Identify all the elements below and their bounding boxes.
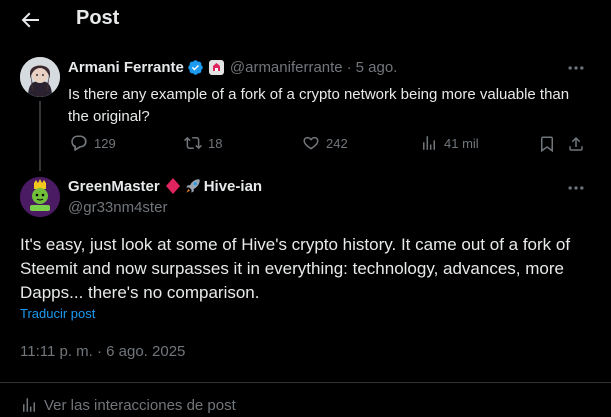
rocket-icon: [185, 179, 200, 193]
view-interactions-label: Ver las interacciones de post: [44, 396, 236, 414]
reply-handle[interactable]: @gr33nm4ster: [68, 199, 167, 216]
parent-post-text: Is there any example of a fork of a cryp…: [68, 86, 570, 125]
reply-post-text: It's easy, just look at some of Hive's c…: [20, 235, 571, 302]
parent-action-bar: 129 18 242 41 mil: [68, 134, 590, 156]
translate-post-link[interactable]: Traducir post: [20, 306, 95, 321]
views-count: 41 mil: [444, 135, 479, 151]
red-diamond-icon: [165, 178, 180, 194]
reply-icon: [71, 135, 87, 151]
share-icon[interactable]: [567, 135, 585, 153]
like-count: 242: [326, 135, 348, 151]
parent-author-name[interactable]: Armani Ferrante: [68, 59, 184, 76]
avatar-portrait-image: [20, 57, 60, 97]
avatar-armani[interactable]: [20, 57, 60, 97]
heart-icon: [303, 136, 319, 150]
view-interactions-link[interactable]: Ver las interacciones de post: [20, 396, 236, 414]
avatar-cartoon-image: [20, 177, 60, 217]
repost-count: 18: [208, 135, 223, 151]
analytics-icon: [23, 398, 35, 412]
reply-author-name-suffix[interactable]: Hive-ian: [204, 178, 262, 195]
parent-time[interactable]: 5 ago.: [356, 59, 398, 76]
avatar-greenmaster[interactable]: [20, 177, 60, 217]
post-timestamp[interactable]: 11:11 p. m. · 6 ago. 2025: [20, 343, 185, 360]
views-button[interactable]: 41 mil: [420, 134, 479, 152]
repost-icon: [184, 136, 202, 150]
reply-author-row: GreenMaster Hive-ian: [68, 177, 262, 195]
parent-author-row: Armani Ferrante @armaniferrante · 5 ago.: [68, 59, 397, 76]
reply-button[interactable]: 129: [70, 134, 116, 152]
affiliation-badge-icon[interactable]: [208, 60, 224, 75]
more-options-icon[interactable]: [566, 178, 586, 198]
parent-handle[interactable]: @armaniferrante: [230, 59, 343, 76]
thread-connector-line: [39, 101, 41, 171]
reply-author-name[interactable]: GreenMaster: [68, 178, 160, 195]
verified-badge-icon: [188, 60, 203, 75]
divider: [0, 382, 611, 383]
like-button[interactable]: 242: [302, 134, 348, 152]
views-chart-icon: [423, 136, 435, 150]
post-header: Post: [0, 0, 611, 40]
back-arrow-icon[interactable]: [18, 8, 42, 32]
reply-count: 129: [94, 135, 116, 151]
repost-button[interactable]: 18: [184, 134, 222, 152]
separator-dot: ·: [346, 59, 352, 76]
bookmark-icon[interactable]: [538, 135, 556, 153]
more-options-icon[interactable]: [566, 58, 586, 78]
page-title: Post: [76, 7, 120, 29]
